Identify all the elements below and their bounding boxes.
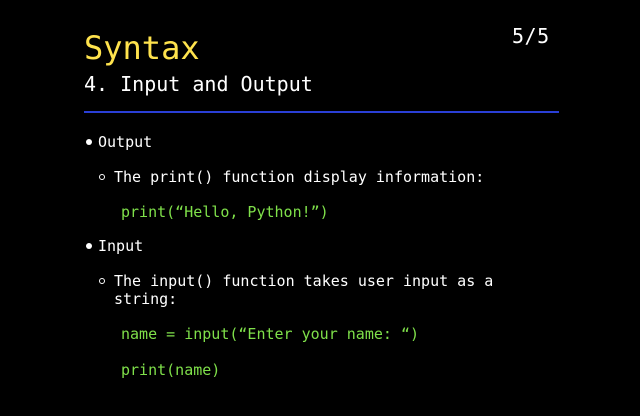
slide-title: Syntax xyxy=(84,29,200,67)
bullet-ring-icon xyxy=(99,174,105,180)
slide: 5/5 Syntax 4. Input and Output Output Th… xyxy=(0,0,640,416)
bullet-dot-icon xyxy=(86,139,92,145)
code-line-print-hello: print(“Hello, Python!”) xyxy=(121,203,329,221)
section-heading-output: Output xyxy=(98,133,153,151)
slide-subtitle: 4. Input and Output xyxy=(84,72,313,96)
code-line-print-name: print(name) xyxy=(121,361,221,379)
code-line-input-name: name = input(“Enter your name: “) xyxy=(121,325,420,343)
bullet-ring-icon xyxy=(99,278,105,284)
page-counter: 5/5 xyxy=(512,24,550,48)
input-description-line1: The input() function takes user input as… xyxy=(114,272,494,290)
section-heading-input: Input xyxy=(98,237,144,255)
title-divider xyxy=(84,111,559,113)
output-description: The print() function display information… xyxy=(114,168,485,186)
bullet-dot-icon xyxy=(86,243,92,249)
input-description-line2: string: xyxy=(114,290,178,308)
